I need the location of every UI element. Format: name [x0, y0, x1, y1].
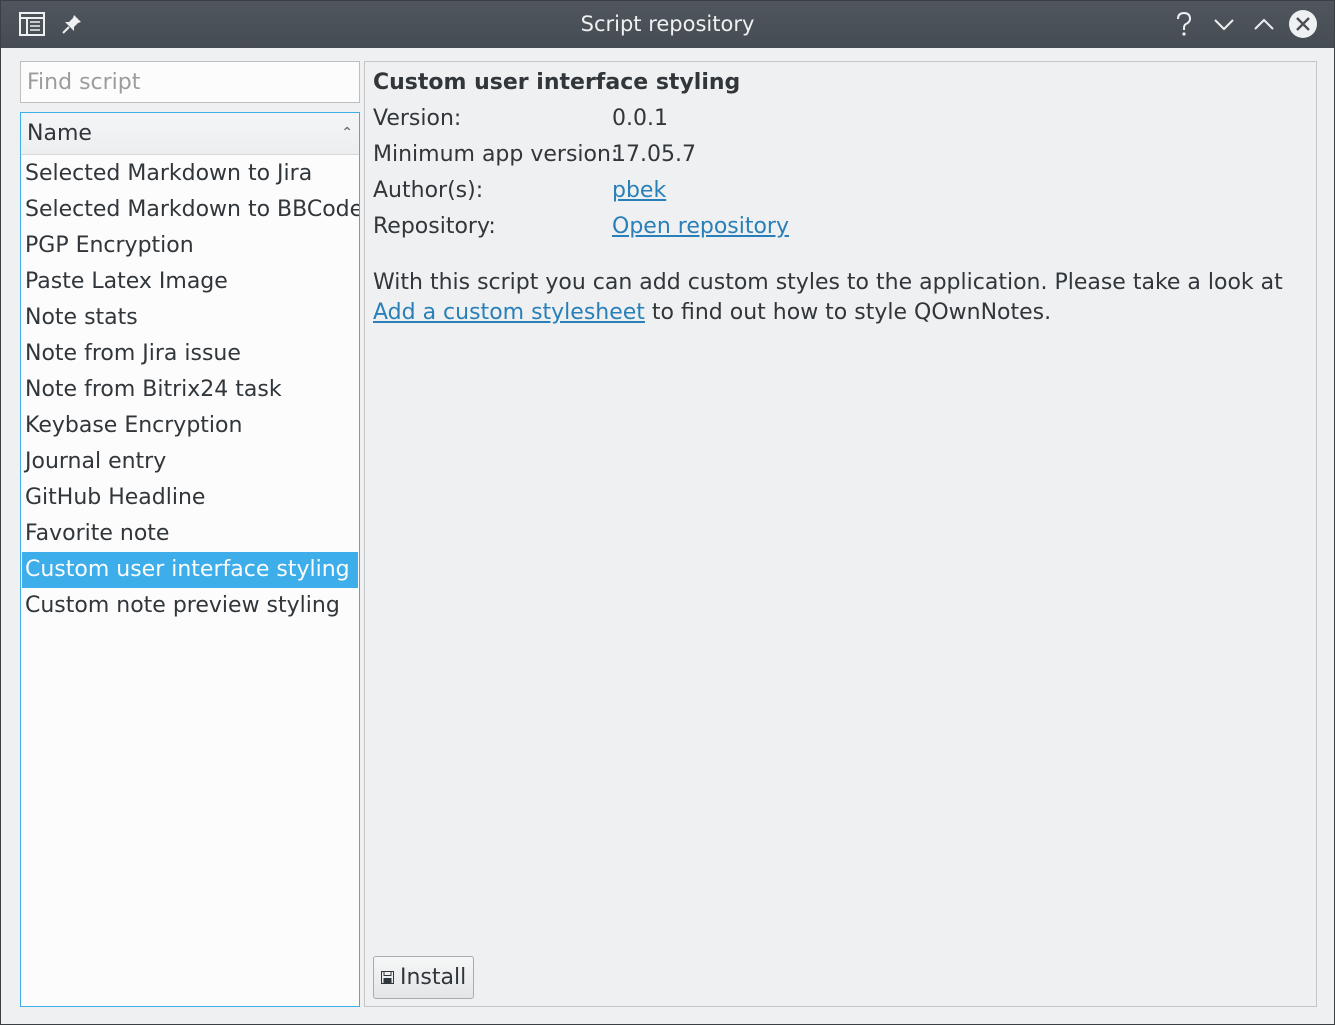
script-list-item[interactable]: PGP Encryption — [22, 228, 358, 264]
maximize-icon[interactable] — [1249, 9, 1279, 39]
authors-label: Author(s): — [373, 178, 484, 203]
script-repository-window: Script repository Find script Name ⌃ Sel… — [0, 0, 1335, 1025]
minimize-icon[interactable] — [1209, 9, 1239, 39]
pin-icon[interactable] — [57, 9, 87, 39]
install-button[interactable]: Install — [373, 956, 475, 999]
help-icon[interactable] — [1169, 9, 1199, 39]
script-list-item[interactable]: Note from Jira issue — [22, 336, 358, 372]
column-header-label: Name — [27, 121, 92, 146]
script-list-item[interactable]: Note stats — [22, 300, 358, 336]
script-list-item[interactable]: Note from Bitrix24 task — [22, 372, 358, 408]
column-header-name[interactable]: Name ⌃ — [21, 113, 359, 155]
min-version-value: 17.05.7 — [612, 142, 696, 167]
sort-ascending-icon: ⌃ — [341, 125, 353, 141]
min-version-label: Minimum app version: — [373, 142, 619, 167]
window-title: Script repository — [580, 12, 755, 36]
window-menu-icon[interactable] — [17, 9, 47, 39]
custom-stylesheet-link[interactable]: Add a custom stylesheet — [373, 300, 645, 325]
repository-label: Repository: — [373, 214, 496, 239]
version-value: 0.0.1 — [612, 106, 668, 131]
script-list-items: Selected Markdown to Jira Selected Markdo… — [21, 155, 359, 624]
script-list-item[interactable]: Selected Markdown to BBCode — [22, 192, 359, 228]
script-description: With this script you can add custom styl… — [373, 268, 1303, 328]
script-list-item[interactable]: Custom user interface styling — [22, 552, 358, 588]
script-list-item[interactable]: Keybase Encryption — [22, 408, 358, 444]
script-title: Custom user interface styling — [373, 70, 741, 95]
open-repository-link[interactable]: Open repository — [612, 214, 789, 239]
description-text-end: to find out how to style QOwnNotes. — [644, 300, 1052, 325]
search-input[interactable] — [20, 61, 360, 103]
script-list-item[interactable]: Journal entry — [22, 444, 358, 480]
save-icon — [381, 971, 394, 984]
script-list-item[interactable]: Paste Latex Image — [22, 264, 358, 300]
script-list-item[interactable]: Selected Markdown to Jira — [22, 156, 358, 192]
script-list[interactable]: Name ⌃ Selected Markdown to Jira Selected… — [20, 112, 360, 1007]
install-label: Install — [400, 965, 467, 990]
script-list-item[interactable]: Favorite note — [22, 516, 358, 552]
title-bar[interactable]: Script repository — [1, 1, 1334, 48]
script-list-item[interactable]: Custom note preview styling — [22, 588, 358, 624]
script-details-panel: Custom user interface styling Version: 0… — [364, 61, 1317, 1007]
script-list-item[interactable]: GitHub Headline — [22, 480, 358, 516]
author-link[interactable]: pbek — [612, 178, 666, 203]
description-text: With this script you can add custom styl… — [373, 270, 1283, 295]
close-icon[interactable] — [1288, 9, 1318, 39]
version-label: Version: — [373, 106, 462, 131]
